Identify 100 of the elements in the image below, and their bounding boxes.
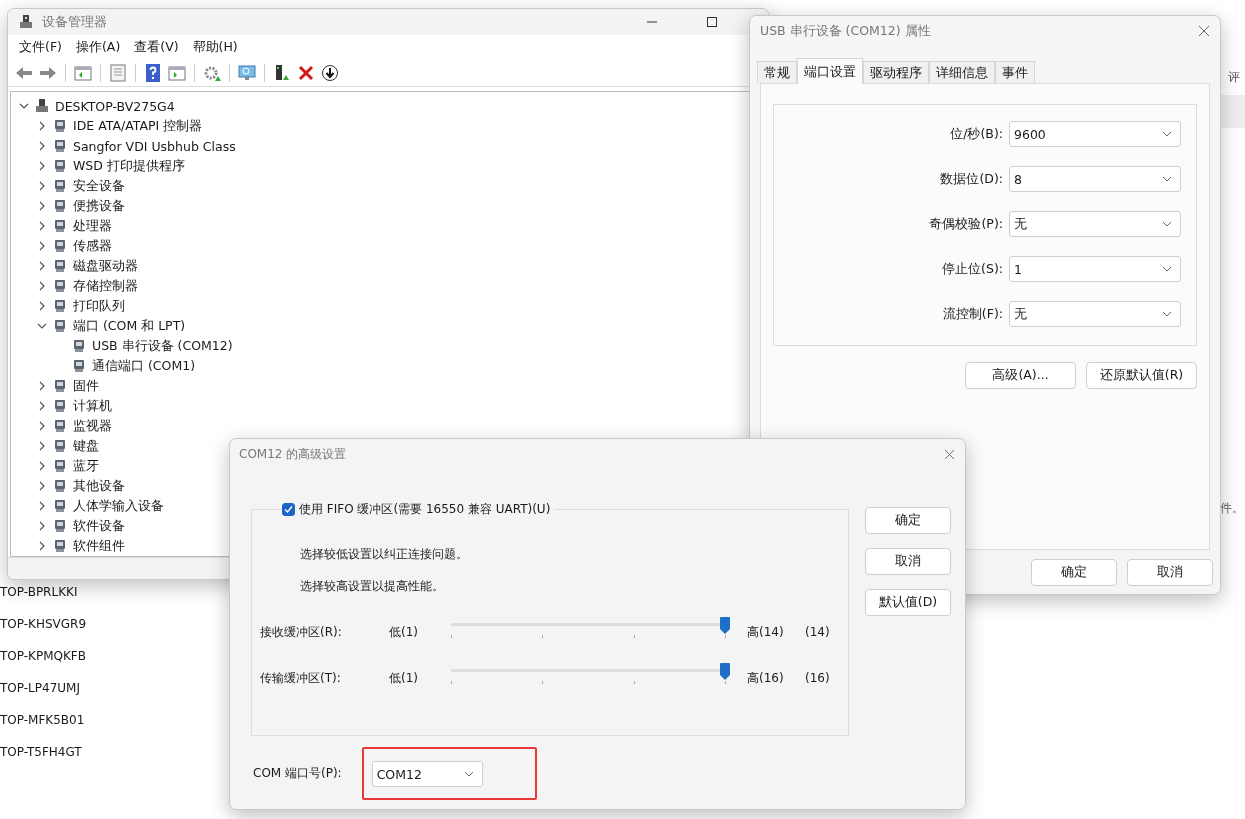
computer-name[interactable]: TOP-KPMQKFB [0,647,87,666]
tree-item[interactable]: 键盘 [73,437,99,455]
device-icon [52,398,68,415]
menu-item[interactable]: 文件(F) [12,37,69,59]
slider-thumb[interactable] [720,617,730,634]
tree-item[interactable]: USB 串行设备 (COM12) [92,337,233,355]
device-icon [52,238,68,255]
tree-item[interactable]: 监视器 [73,417,112,435]
computer-icon [34,98,50,115]
chevron-right-icon[interactable] [37,521,47,532]
field-label: 数据位(D): [940,170,1003,188]
computer-name[interactable]: TOP-LP47UMJ [0,679,87,698]
device-icon [52,218,68,235]
slider-max-label: 高(16) [746,669,785,687]
computer-name[interactable]: TOP-KHSVGR9 [0,615,87,634]
chevron-right-icon[interactable] [37,281,47,292]
device-icon [71,338,87,355]
tree-item[interactable]: IDE ATA/ATAPI 控制器 [73,117,203,135]
tab[interactable]: 常规 [757,61,797,83]
chevron-right-icon[interactable] [37,181,47,192]
tree-item[interactable]: 通信端口 (COM1) [92,357,196,375]
slider-min-label: 低(1) [389,623,419,641]
chevron-right-icon[interactable] [37,241,47,252]
tree-item[interactable]: 软件设备 [73,517,125,535]
maximize-icon[interactable] [706,16,718,29]
chevron-right-icon[interactable] [37,381,47,392]
tree-item[interactable]: 处理器 [73,217,112,235]
chevron-right-icon[interactable] [37,501,47,512]
slider-value: (16) [805,671,830,685]
dialog-button[interactable]: 高级(A)... [965,362,1076,389]
tree-item[interactable]: 磁盘驱动器 [73,257,138,275]
checkbox[interactable] [282,503,295,516]
tree-item[interactable]: 蓝牙 [73,457,99,475]
dropdown[interactable]: 无 [1009,301,1181,327]
tab[interactable]: 端口设置 [797,58,863,84]
tab[interactable]: 详细信息 [929,61,995,83]
device-icon [52,378,68,395]
tree-item[interactable]: 便携设备 [73,197,125,215]
menu-item[interactable]: 查看(V) [127,37,186,59]
device-icon [71,358,87,375]
device-icon [52,118,68,135]
tree-item[interactable]: 传感器 [73,237,112,255]
chevron-right-icon[interactable] [37,161,47,172]
slider-thumb[interactable] [720,663,730,680]
tree-item[interactable]: Sangfor VDI Usbhub Class [73,138,236,154]
dropdown[interactable]: COM12 [371,761,483,787]
field-label: COM 端口号(P): [253,765,342,782]
tree-item[interactable]: 软件组件 [73,537,125,555]
dialog-button[interactable]: 默认值(D) [865,589,951,616]
computer-name[interactable]: TOP-MFK5B01 [0,711,87,730]
computer-name[interactable]: TOP-BPRLKKI [0,583,87,602]
chevron-right-icon[interactable] [37,121,47,132]
dropdown[interactable]: 无 [1009,211,1181,237]
dropdown[interactable]: 9600 [1009,121,1181,147]
device-icon [52,258,68,275]
tree-item[interactable]: 安全设备 [73,177,125,195]
dialog-button[interactable]: 确定 [865,507,951,534]
dialog-button[interactable]: 取消 [865,548,951,575]
dialog-button[interactable]: 还原默认值(R) [1086,362,1197,389]
tree-item[interactable]: 其他设备 [73,477,125,495]
chevron-right-icon[interactable] [37,421,47,432]
field-label: 停止位(S): [942,260,1003,278]
hint-text: 选择较低设置以纠正连接问题。 [299,546,469,562]
tree-item[interactable]: 人体学输入设备 [73,497,164,515]
chevron-right-icon[interactable] [37,461,47,472]
tree-item[interactable]: 存储控制器 [73,277,138,295]
chevron-right-icon[interactable] [37,141,47,152]
close-icon[interactable] [1198,25,1210,37]
dialog-button[interactable]: 取消 [1127,559,1213,586]
tree-item[interactable]: 计算机 [73,397,112,415]
tree-item[interactable]: 端口 (COM 和 LPT) [73,317,186,335]
device-icon [52,138,68,155]
menu-item[interactable]: 操作(A) [68,37,128,59]
computer-name[interactable]: TOP-T5FH4GT [0,743,87,762]
chevron-right-icon[interactable] [37,261,47,272]
tree-item[interactable]: 打印队列 [73,297,125,315]
hint-text: 选择较高设置以提高性能。 [299,578,445,594]
tree-item[interactable]: DESKTOP-BV275G4 [55,98,175,114]
download-icon[interactable] [320,63,340,84]
tab[interactable]: 驱动程序 [863,61,929,83]
chevron-right-icon[interactable] [37,301,47,312]
chevron-right-icon[interactable] [37,541,47,552]
device-icon [52,518,68,535]
tab[interactable]: 事件 [995,61,1035,83]
chevron-right-icon[interactable] [37,441,47,452]
chevron-down-icon [463,771,474,777]
device-icon [52,438,68,455]
help-icon[interactable] [143,63,163,84]
dialog-button[interactable]: 确定 [1031,559,1117,586]
close-icon[interactable] [944,448,955,460]
dropdown[interactable]: 1 [1009,256,1181,282]
chevron-right-icon[interactable] [37,481,47,492]
tree-item[interactable]: WSD 打印提供程序 [73,157,185,175]
chevron-right-icon[interactable] [37,221,47,232]
dropdown[interactable]: 8 [1009,166,1181,192]
chevron-right-icon[interactable] [37,201,47,212]
menu-item[interactable]: 帮助(H) [185,37,245,59]
tree-item[interactable]: 固件 [73,377,99,395]
chevron-down-icon [1162,131,1172,137]
chevron-right-icon[interactable] [37,401,47,412]
